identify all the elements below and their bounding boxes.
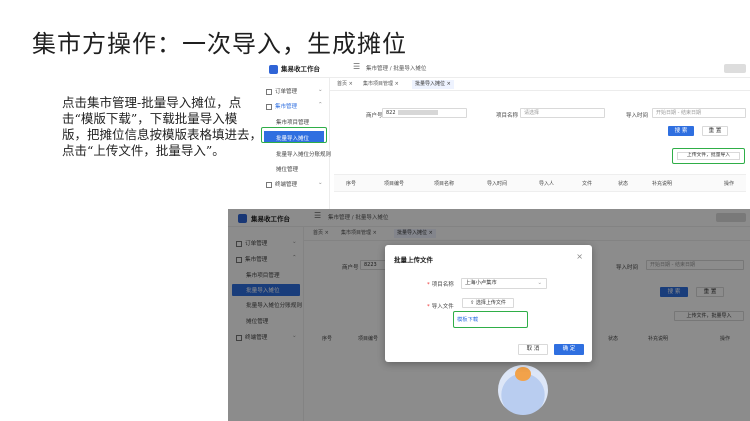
sidebar: 订单管理 ⌄ 集市管理 ⌃ 集市项目管理 批量导入摊位 批量导入摊位分账规则 摊位管…: [260, 78, 331, 210]
screenshot-upload-modal: 集易收工作台 ☰ 集市管理 / 批量导入摊位 订单管理 ⌄ 集市管理 ⌃ 集市项目管…: [228, 209, 750, 421]
sidebar-item-stall-mgmt[interactable]: 摊位管理: [276, 165, 298, 173]
hamburger-icon[interactable]: ☰: [353, 62, 360, 71]
tab-home[interactable]: 首页 ×: [334, 80, 356, 89]
chevron-down-icon: ⌄: [318, 87, 323, 93]
app-name: 集易收工作台: [281, 65, 320, 73]
close-icon[interactable]: ×: [395, 81, 399, 87]
tab-label: 批量导入摊位: [415, 81, 446, 87]
modal-project-label: * 项目名称: [427, 280, 454, 288]
table-header-cell: 补充说明: [652, 181, 673, 187]
sidebar-item-split-rules[interactable]: 批量导入摊位分账规则: [276, 150, 331, 158]
project-label: 项目名称: [496, 113, 519, 119]
cancel-button[interactable]: 取 消: [518, 344, 548, 355]
chevron-up-icon: ⌃: [318, 102, 323, 108]
start-date-placeholder: 开始日期: [656, 110, 677, 116]
sidebar-item-label: 集市管理: [275, 104, 298, 110]
table-header-cell: 项目名称: [434, 181, 455, 187]
label-text: 导入文件: [431, 304, 454, 310]
tab-project-mgmt[interactable]: 集市项目管理 ×: [360, 80, 402, 89]
close-icon[interactable]: ×: [576, 252, 583, 261]
merchant-label: 商户号: [366, 113, 383, 119]
button-label: 选择上传文件: [475, 300, 506, 306]
merchant-input[interactable]: 822: [382, 108, 467, 118]
user-avatar[interactable]: [724, 64, 746, 73]
tab-label: 集市项目管理: [363, 81, 394, 87]
table-header-cell: 序号: [346, 181, 357, 187]
table-header-cell: 操作: [724, 181, 735, 187]
top-bar: 集易收工作台 ☰ 集市管理 / 批量导入摊位: [260, 60, 750, 78]
table-header-cell: 导入时间: [487, 181, 508, 187]
merchant-value: 822: [386, 110, 396, 116]
table-header-cell: 导入人: [539, 181, 555, 187]
highlight-box-upload: 上传文件，批量导入: [672, 148, 745, 164]
project-select[interactable]: 请选择: [520, 108, 605, 118]
import-time-label: 导入时间: [626, 113, 649, 119]
instruction-text: 点击集市管理-批量导入摊位，点击“模版下载”，下载批量导入模版，把摊位信息按模版…: [62, 95, 263, 158]
empty-state-illustration: [498, 365, 548, 415]
redacted-mask: [397, 110, 438, 115]
select-value: 上海小卢集市: [465, 280, 497, 286]
label-text: 项目名称: [431, 282, 454, 288]
sidebar-item-project-mgmt[interactable]: 集市项目管理: [276, 118, 309, 126]
required-mark: *: [427, 282, 430, 288]
close-icon[interactable]: ×: [349, 81, 353, 87]
sidebar-item-market[interactable]: 集市管理 ⌃: [266, 102, 323, 110]
date-separator: -: [677, 110, 680, 116]
template-download-link[interactable]: 模板下载: [457, 315, 478, 323]
tab-label: 首页: [337, 81, 348, 87]
table-header-cell: 项目编号: [384, 181, 405, 187]
sidebar-item-label: 订单管理: [275, 89, 298, 95]
chevron-down-icon: ⌄: [318, 180, 323, 186]
confirm-button[interactable]: 确 定: [554, 344, 584, 355]
sidebar-item-label: 终端管理: [275, 182, 298, 188]
select-file-button[interactable]: ⇪ 选择上传文件: [462, 298, 514, 308]
chevron-down-icon: ⌄: [537, 280, 542, 286]
tab-batch-import[interactable]: 批量导入摊位 ×: [412, 80, 454, 89]
sidebar-item-orders[interactable]: 订单管理 ⌄: [266, 87, 323, 95]
modal-title: 批量上传文件: [394, 256, 433, 264]
sidebar-item-terminal[interactable]: 终端管理 ⌄: [266, 180, 323, 188]
tab-bar: 首页 × 集市项目管理 × 批量导入摊位 ×: [330, 78, 750, 91]
table-header-cell: 状态: [618, 181, 629, 187]
date-range-input[interactable]: 开始日期 - 结束日期: [652, 108, 746, 118]
close-icon[interactable]: ×: [447, 81, 451, 87]
highlight-box-template: 模板下载: [453, 311, 528, 328]
breadcrumb: 集市管理 / 批量导入摊位: [366, 66, 427, 72]
modal-project-select[interactable]: 上海小卢集市 ⌄: [461, 278, 547, 289]
required-mark: *: [427, 304, 430, 310]
screenshot-batch-import-page: 集易收工作台 ☰ 集市管理 / 批量导入摊位 订单管理 ⌄ 集市管理 ⌃ 集市项目管…: [260, 60, 750, 210]
upload-batch-button[interactable]: 上传文件，批量导入: [677, 152, 740, 160]
end-date-placeholder: 结束日期: [681, 110, 702, 116]
search-button[interactable]: 搜 索: [668, 126, 694, 136]
table-header-cell: 文件: [582, 181, 593, 187]
app-logo-icon: [269, 65, 278, 74]
modal-file-label: * 导入文件: [427, 302, 454, 310]
reset-button[interactable]: 重 置: [702, 126, 728, 136]
slide-title: 集市方操作：一次导入，生成摊位: [32, 30, 407, 58]
highlight-box-batch-import: [261, 127, 327, 143]
